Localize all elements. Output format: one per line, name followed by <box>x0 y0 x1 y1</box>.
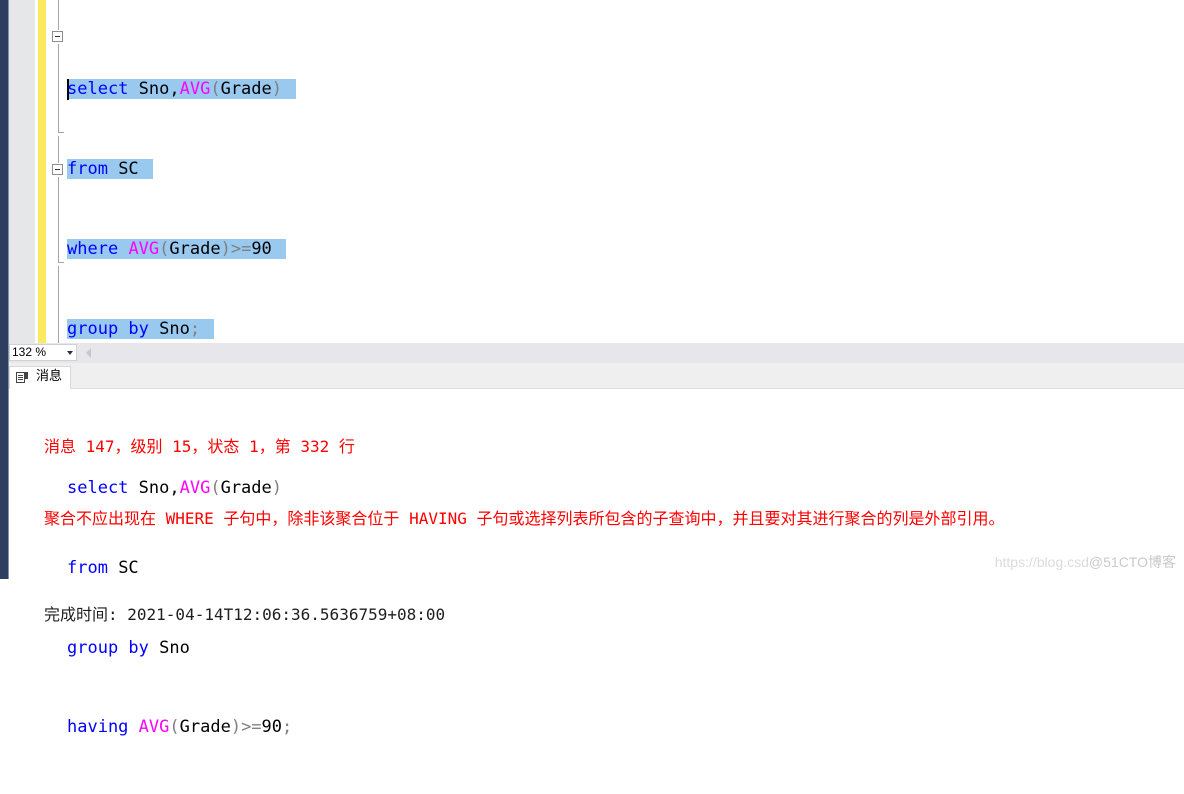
code-line: where AVG(Grade)>=90 <box>67 236 296 263</box>
keyword: group by <box>67 318 149 339</box>
outline-line <box>58 136 59 163</box>
outline-line <box>58 0 59 30</box>
text-caret <box>67 79 69 101</box>
code-line: having AVG(Grade)>=90; <box>67 714 296 741</box>
editor-status-bar: 132 % <box>9 343 1184 363</box>
outline-line-end <box>58 132 64 133</box>
collapse-icon[interactable] <box>52 164 63 175</box>
window-left-frame <box>0 0 8 579</box>
function-name: AVG <box>179 79 211 100</box>
operator: )>= <box>220 238 252 259</box>
operator: ( <box>159 238 170 259</box>
collapse-icon[interactable] <box>52 31 63 42</box>
keyword: from <box>67 158 108 179</box>
number: 90 <box>251 238 272 259</box>
chevron-down-icon[interactable] <box>67 351 73 355</box>
code-text: Grade <box>179 717 231 738</box>
keyword: select <box>67 79 129 100</box>
tab-label: 消息 <box>36 369 63 384</box>
operator: ; <box>189 318 201 339</box>
keyword: where <box>67 238 119 259</box>
keyword: having <box>67 717 129 738</box>
editor-gutter <box>9 0 35 343</box>
code-text: Grade <box>169 238 221 259</box>
query-editor[interactable]: select Sno,AVG(Grade) from SC where AVG(… <box>9 0 1184 737</box>
code-text: Grade <box>220 79 272 100</box>
code-text: Sno, <box>128 79 180 100</box>
scroll-left-arrow-icon[interactable] <box>86 348 91 358</box>
code-text: Sno <box>148 318 190 339</box>
outline-line <box>58 266 59 343</box>
number: 90 <box>261 717 283 738</box>
tab-messages[interactable]: 消息 <box>9 366 71 389</box>
completion-time: 完成时间: 2021-04-14T12:06:36.5636759+08:00 <box>44 605 446 624</box>
results-tab-bar: 消息 <box>9 363 1184 389</box>
outline-line <box>58 44 59 132</box>
function-name: AVG <box>138 717 170 738</box>
zoom-value: 132 % <box>12 345 47 359</box>
change-tracking-margin <box>38 0 46 343</box>
operator: ( <box>210 79 221 100</box>
code-line: from SC <box>67 156 296 183</box>
zoom-dropdown[interactable]: 132 % <box>9 344 77 361</box>
messages-icon <box>16 372 28 383</box>
watermark-url: https://blog.csd <box>994 554 1089 570</box>
code-line: group by Sno; <box>67 316 296 343</box>
code-line: select Sno,AVG(Grade) <box>67 76 297 103</box>
error-header: 消息 147，级别 15，状态 1，第 332 行 <box>44 437 355 456</box>
outline-line-end <box>58 262 64 263</box>
operator: ; <box>282 717 293 738</box>
operator: ) <box>271 79 283 100</box>
outline-line <box>58 177 59 262</box>
operator: )>= <box>230 717 262 738</box>
operator: ( <box>169 717 180 738</box>
error-message: 聚合不应出现在 WHERE 子句中，除非该聚合位于 HAVING 子句或选择列表… <box>44 509 1005 528</box>
watermark: https://blog.csd@51CTO博客 <box>995 552 1176 572</box>
function-name: AVG <box>128 238 160 259</box>
watermark-brand: @51CTO博客 <box>1088 554 1176 570</box>
code-text: SC <box>107 158 139 179</box>
messages-pane: 消息 147，级别 15，状态 1，第 332 行 聚合不应出现在 WHERE … <box>44 387 1005 651</box>
